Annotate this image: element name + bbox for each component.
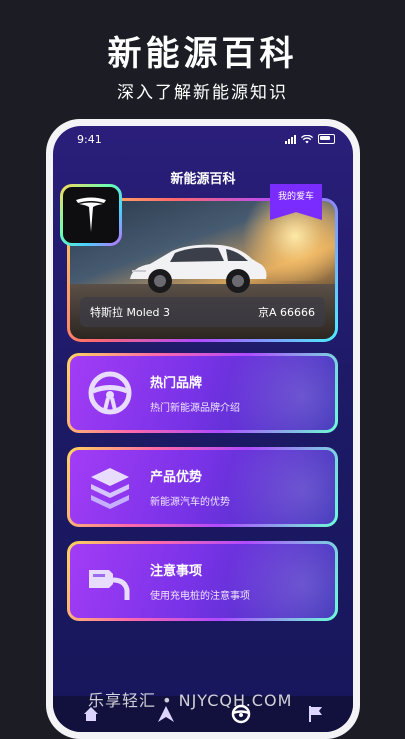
menu-title: 注意事项 <box>150 564 203 579</box>
menu-card-precautions[interactable]: 注意事项 使用充电桩的注意事项 <box>67 541 338 621</box>
watermark: 乐享轻汇 • NJYCQH.COM <box>88 691 293 710</box>
status-icons <box>285 134 335 144</box>
menu-card-product-advantages[interactable]: 产品优势 新能源汽车的优势 <box>67 447 338 527</box>
status-bar: 9:41 <box>53 126 353 152</box>
wifi-icon <box>301 134 313 143</box>
menu-card-hot-brands[interactable]: 热门品牌 热门新能源品牌介绍 <box>67 353 338 433</box>
menu-subtitle: 使用充电桩的注意事项 <box>150 591 250 602</box>
car-info-bar: 特斯拉 Moled 3 京A 66666 <box>80 297 325 327</box>
menu-title: 热门品牌 <box>150 376 203 391</box>
battery-icon <box>318 134 335 144</box>
promo-subtitle: 深入了解新能源知识 <box>117 83 288 103</box>
flag-icon[interactable] <box>305 703 327 725</box>
status-time: 9:41 <box>77 132 102 146</box>
steering-wheel-icon <box>88 371 132 415</box>
phone-frame: 9:41 新能源百科 特斯拉 Moled 3 京A 66666 我的爱车 热门品… <box>46 119 360 739</box>
tesla-logo-icon <box>76 197 106 232</box>
app-screen: 9:41 新能源百科 特斯拉 Moled 3 京A 66666 我的爱车 热门品… <box>53 126 353 732</box>
car-model: 特斯拉 Moled 3 <box>90 306 171 319</box>
charger-plug-icon <box>89 570 130 600</box>
promo-title: 新能源百科 <box>107 34 298 74</box>
layers-icon <box>91 468 129 509</box>
menu-title: 产品优势 <box>150 470 203 485</box>
signal-icon <box>285 134 296 144</box>
menu-subtitle: 新能源汽车的优势 <box>150 497 230 508</box>
brand-logo <box>60 184 122 246</box>
menu-subtitle: 热门新能源品牌介绍 <box>150 403 240 414</box>
car-plate: 京A 66666 <box>257 306 315 319</box>
car-image <box>130 244 267 293</box>
